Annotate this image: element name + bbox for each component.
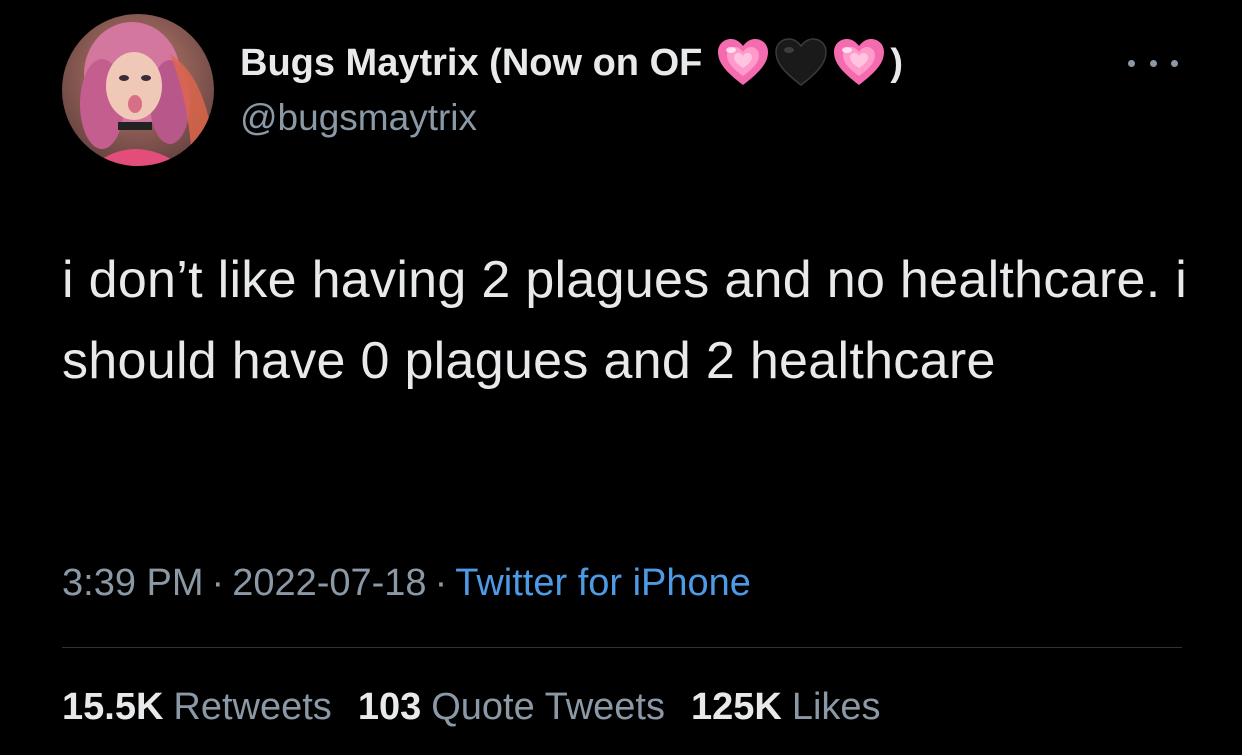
tweet-time[interactable]: 3:39 PM <box>62 562 204 604</box>
pink-heart-icon <box>834 39 885 85</box>
divider <box>62 647 1182 648</box>
avatar-image <box>62 14 214 166</box>
meta-separator: · <box>434 562 448 604</box>
quote-tweets-count: 103 <box>357 686 422 728</box>
more-dot-icon <box>1149 59 1157 67</box>
tweet-source-link[interactable]: Twitter for iPhone <box>455 562 751 604</box>
quote-tweets-stat[interactable]: 103 Quote Tweets <box>358 686 665 729</box>
display-name-suffix: ) <box>890 41 904 84</box>
retweets-stat[interactable]: 15.5K Retweets <box>62 686 332 729</box>
likes-count: 125K <box>691 686 782 728</box>
retweets-label: Retweets <box>173 686 332 728</box>
more-dot-icon <box>1171 59 1178 67</box>
retweets-count: 15.5K <box>62 686 164 728</box>
display-name[interactable]: Bugs Maytrix (Now on OF ) <box>240 38 903 88</box>
display-name-emoji <box>716 38 890 88</box>
pink-heart-icon <box>718 39 769 85</box>
more-options-button[interactable] <box>1128 48 1178 78</box>
tweet-stats: 15.5K Retweets 103 Quote Tweets 125K Likes <box>62 686 907 729</box>
quote-tweets-label: Quote Tweets <box>431 686 665 728</box>
avatar[interactable] <box>62 14 214 166</box>
tweet-text: i don’t like having 2 plagues and no hea… <box>62 251 1188 390</box>
more-dot-icon <box>1128 59 1135 67</box>
display-name-text: Bugs Maytrix (Now on OF <box>240 41 703 84</box>
user-handle[interactable]: @bugsmaytrix <box>240 97 477 139</box>
black-heart-icon <box>775 38 828 86</box>
meta-separator: · <box>211 562 225 604</box>
likes-label: Likes <box>791 686 881 728</box>
tweet-date[interactable]: 2022-07-18 <box>232 562 426 604</box>
likes-stat[interactable]: 125K Likes <box>691 686 881 729</box>
tweet-meta: 3:39 PM · 2022-07-18 · Twitter for iPhone <box>62 562 751 605</box>
